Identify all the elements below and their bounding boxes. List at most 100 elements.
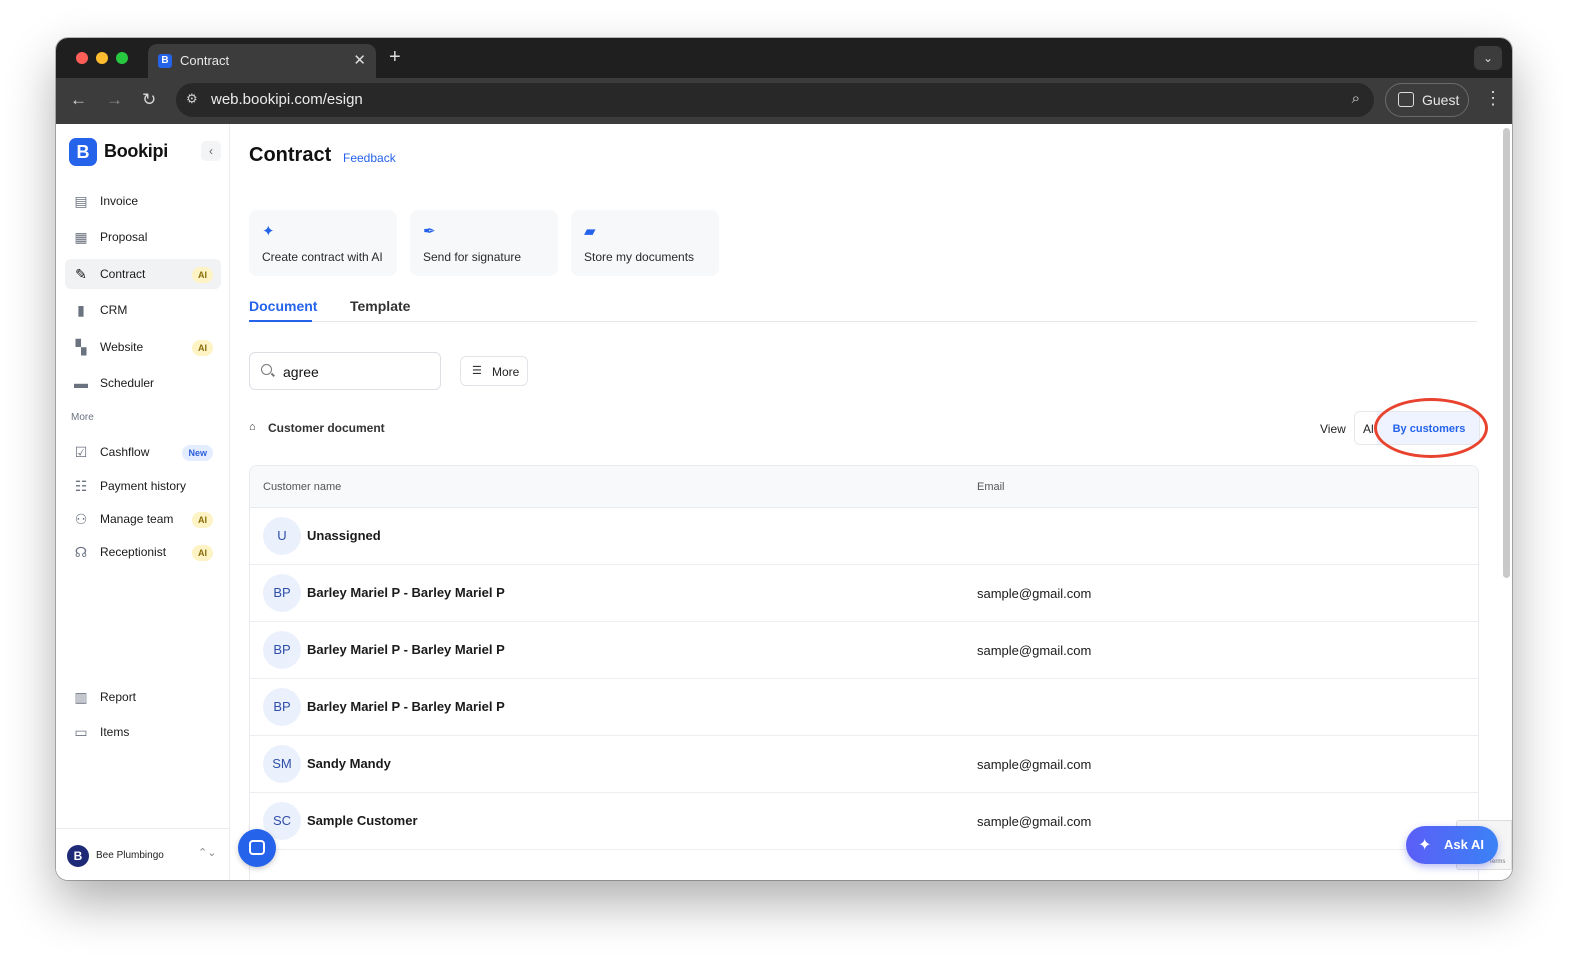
page-title: Contract xyxy=(249,144,332,166)
chat-launcher-button[interactable] xyxy=(238,829,276,867)
sidebar-item-manage-team[interactable]: ⚇ Manage team AI xyxy=(65,504,221,534)
profile-button[interactable]: Guest xyxy=(1385,83,1469,117)
close-window-button[interactable] xyxy=(76,52,88,64)
address-bar[interactable]: ⚙ web.bookipi.com/esign ⌕ xyxy=(176,83,1374,117)
table-row[interactable]: SC Sample Customer sample@gmail.com xyxy=(250,793,1478,850)
browser-tab[interactable]: B Contract ✕ xyxy=(148,44,376,78)
tab-document[interactable]: Document xyxy=(249,298,317,314)
sidebar-item-cashflow[interactable]: ☑ Cashflow New xyxy=(65,437,221,467)
bookipi-logo-icon[interactable]: B xyxy=(69,138,97,166)
action-label: Create contract with AI xyxy=(262,250,383,264)
sidebar-item-proposal[interactable]: ▦ Proposal xyxy=(65,222,221,252)
feedback-link[interactable]: Feedback xyxy=(343,151,396,165)
sidebar-item-label: Manage team xyxy=(100,512,174,526)
zoom-icon[interactable]: ⌕ xyxy=(1352,90,1360,107)
maximize-window-button[interactable] xyxy=(116,52,128,64)
table-row[interactable]: BP Barley Mariel P - Barley Mariel P xyxy=(250,679,1478,736)
sidebar-item-label: Proposal xyxy=(100,230,148,244)
logo-text[interactable]: Bookipi xyxy=(104,141,168,162)
more-filter-button[interactable]: ☰ More xyxy=(460,356,528,386)
search-input[interactable] xyxy=(283,362,433,382)
page-scrollbar[interactable] xyxy=(1503,128,1510,578)
sidebar-item-invoice[interactable]: ▤ Invoice xyxy=(65,186,221,216)
sidebar-item-scheduler[interactable]: ▬ Scheduler xyxy=(65,368,221,398)
table-row[interactable]: SM Sandy Mandy sample@gmail.com xyxy=(250,736,1478,793)
store-documents-card[interactable]: ▰ Store my documents xyxy=(571,210,719,276)
sidebar-item-label: Scheduler xyxy=(100,376,155,390)
sidebar-item-contract[interactable]: ✎ Contract AI xyxy=(65,259,221,289)
ai-badge: AI xyxy=(192,545,213,561)
browser-window: B Contract ✕ + ⌄ ← → ↻ ⚙ web.bookipi.com… xyxy=(56,38,1512,880)
more-label: More xyxy=(492,365,520,379)
tab-template[interactable]: Template xyxy=(350,298,410,314)
sidebar-item-label: CRM xyxy=(100,303,128,317)
avatar: BP xyxy=(263,631,301,669)
tab-title: Contract xyxy=(180,53,230,68)
customer-email: sample@gmail.com xyxy=(977,586,1092,601)
search-icon xyxy=(261,364,272,375)
sidebar-section-more: More xyxy=(71,412,94,423)
browser-toolbar: ← → ↻ ⚙ web.bookipi.com/esign ⌕ Guest ⋮ xyxy=(56,78,1512,124)
account-avatar: B xyxy=(67,845,89,867)
main-content: Contract Feedback ✦ Create contract with… xyxy=(230,124,1512,880)
view-label: View xyxy=(1320,422,1346,436)
payment-history-icon: ☷ xyxy=(74,478,88,494)
table-row[interactable]: BP Barley Mariel P - Barley Mariel P sam… xyxy=(250,622,1478,679)
ask-ai-button[interactable]: ✦ Ask AI xyxy=(1406,826,1498,864)
sidebar-item-items[interactable]: ▭ Items xyxy=(65,717,221,747)
sidebar-item-report[interactable]: ▥ Report xyxy=(65,682,221,712)
sidebar-item-label: Payment history xyxy=(100,479,187,493)
tab-search-chevron-icon[interactable]: ⌄ xyxy=(1474,46,1502,70)
sidebar-item-label: Cashflow xyxy=(100,445,150,459)
back-arrow-icon[interactable]: ← xyxy=(70,90,87,110)
account-switcher[interactable]: B Bee Plumbingo ⌃⌄ xyxy=(56,828,230,880)
chevron-updown-icon: ⌃⌄ xyxy=(198,847,217,859)
sidebar-item-label: Website xyxy=(100,340,144,354)
ai-badge: AI xyxy=(192,340,213,356)
url-text[interactable]: web.bookipi.com/esign xyxy=(211,91,363,108)
new-tab-icon[interactable]: + xyxy=(389,46,401,69)
sidebar-item-crm[interactable]: ▮ CRM xyxy=(65,295,221,325)
sidebar: B Bookipi ‹ ▤ Invoice ▦ Proposal ✎ Contr… xyxy=(56,124,230,880)
customer-name: Barley Mariel P - Barley Mariel P xyxy=(307,642,505,657)
site-info-icon[interactable]: ⚙ xyxy=(186,91,198,107)
view-all-option[interactable]: Al xyxy=(1363,422,1374,436)
reload-icon[interactable]: ↻ xyxy=(142,90,156,110)
customer-name: Sample Customer xyxy=(307,813,418,828)
customer-name: Barley Mariel P - Barley Mariel P xyxy=(307,585,505,600)
sidebar-item-label: Receptionist xyxy=(100,545,167,559)
ai-badge: AI xyxy=(192,512,213,528)
create-contract-ai-card[interactable]: ✦ Create contract with AI xyxy=(249,210,397,276)
ai-badge: AI xyxy=(192,267,213,283)
table-row[interactable]: BP Barley Mariel P - Barley Mariel P sam… xyxy=(250,565,1478,622)
collapse-sidebar-button[interactable]: ‹ xyxy=(201,141,221,161)
contract-icon: ✎ xyxy=(75,266,87,282)
send-for-signature-card[interactable]: ✒ Send for signature xyxy=(410,210,558,276)
customer-email: sample@gmail.com xyxy=(977,757,1092,772)
browser-tab-bar: B Contract ✕ + ⌄ xyxy=(56,38,1512,78)
forward-arrow-icon[interactable]: → xyxy=(106,90,123,110)
minimize-window-button[interactable] xyxy=(96,52,108,64)
pen-icon: ✒ xyxy=(423,223,436,240)
team-icon: ⚇ xyxy=(74,511,88,527)
browser-menu-icon[interactable]: ⋮ xyxy=(1484,88,1502,109)
sidebar-item-website[interactable]: ▚ Website AI xyxy=(65,332,221,362)
search-box[interactable] xyxy=(249,352,441,390)
account-name: Bee Plumbingo xyxy=(96,850,164,861)
action-label: Send for signature xyxy=(423,250,522,264)
sidebar-item-label: Contract xyxy=(100,267,146,281)
recaptcha-terms[interactable]: Terms xyxy=(1489,859,1505,865)
bookipi-favicon-icon: B xyxy=(158,54,172,68)
sparkle-icon: ✦ xyxy=(1418,837,1432,854)
sidebar-item-receptionist[interactable]: ☊ Receptionist AI xyxy=(65,537,221,567)
close-tab-icon[interactable]: ✕ xyxy=(353,51,366,69)
column-header-email[interactable]: Email xyxy=(977,481,1005,493)
column-header-name[interactable]: Customer name xyxy=(263,481,341,493)
sidebar-item-payment-history[interactable]: ☷ Payment history xyxy=(65,471,221,501)
avatar: BP xyxy=(263,688,301,726)
section-title: Customer document xyxy=(268,421,385,435)
crm-icon: ▮ xyxy=(77,302,85,318)
active-tab-indicator xyxy=(249,320,312,322)
customer-name: Unassigned xyxy=(307,528,381,543)
table-row[interactable]: U Unassigned xyxy=(250,508,1478,565)
